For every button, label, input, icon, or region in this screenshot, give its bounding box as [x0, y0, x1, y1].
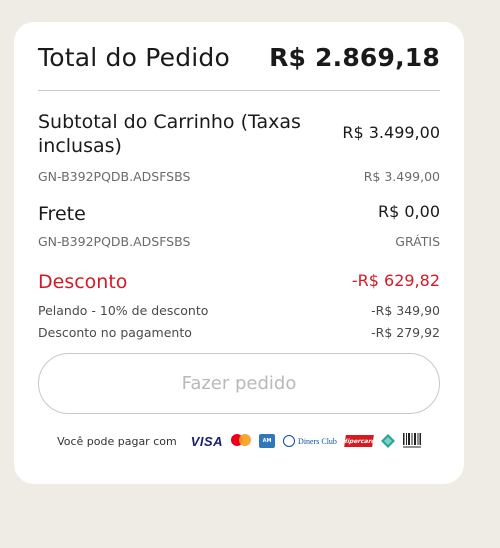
discount-item-value: -R$ 279,92 [371, 325, 440, 340]
order-summary-card: Total do Pedido R$ 2.869,18 Subtotal do … [14, 22, 464, 484]
discount-item-label: Pelando - 10% de desconto [38, 303, 209, 318]
discount-item: Pelando - 10% de desconto -R$ 349,90 [38, 303, 440, 318]
subtotal-value: R$ 3.499,00 [342, 123, 440, 142]
diners-club-text: Diners Club [298, 436, 337, 446]
shipping-value: R$ 0,00 [377, 202, 440, 221]
diners-club-logo: Diners Club [283, 435, 337, 447]
hipercard-logo: Hipercard [342, 435, 376, 447]
discount-item: Desconto no pagamento -R$ 279,92 [38, 325, 440, 340]
subtotal-section: Subtotal do Carrinho (Taxas inclusas) R$… [38, 110, 440, 184]
amex-logo: AM [259, 434, 276, 448]
shipping-sku: GN-B392PQDB.ADSFSBS [38, 234, 191, 249]
shipping-sku-value: GRÁTIS [395, 234, 440, 249]
discount-section: Desconto -R$ 629,82 Pelando - 10% de des… [38, 270, 440, 340]
order-total-value: R$ 2.869,18 [269, 42, 440, 72]
mastercard-logo [231, 434, 252, 448]
subtotal-label: Subtotal do Carrinho (Taxas inclusas) [38, 111, 301, 157]
discount-value: -R$ 629,82 [351, 271, 440, 290]
elo-logo [380, 434, 395, 448]
place-order-button[interactable]: Fazer pedido [38, 353, 440, 414]
order-total-label: Total do Pedido [38, 42, 230, 72]
shipping-label: Frete [38, 203, 86, 225]
shipping-section: Frete R$ 0,00 GN-B392PQDB.ADSFSBS GRÁTIS [38, 202, 440, 249]
discount-item-value: -R$ 349,90 [371, 303, 440, 318]
payment-methods-label: Você pode pagar com [57, 434, 177, 448]
subtotal-sku: GN-B392PQDB.ADSFSBS [38, 169, 191, 184]
discount-label: Desconto [38, 271, 128, 293]
payment-methods: Você pode pagar com VISA AM Diners Club … [38, 433, 440, 449]
boleto-logo [402, 433, 421, 449]
discount-item-label: Desconto no pagamento [38, 325, 192, 340]
subtotal-sku-value: R$ 3.499,00 [363, 169, 440, 184]
order-total-row: Total do Pedido R$ 2.869,18 [38, 22, 440, 91]
visa-logo: VISA [190, 433, 224, 449]
